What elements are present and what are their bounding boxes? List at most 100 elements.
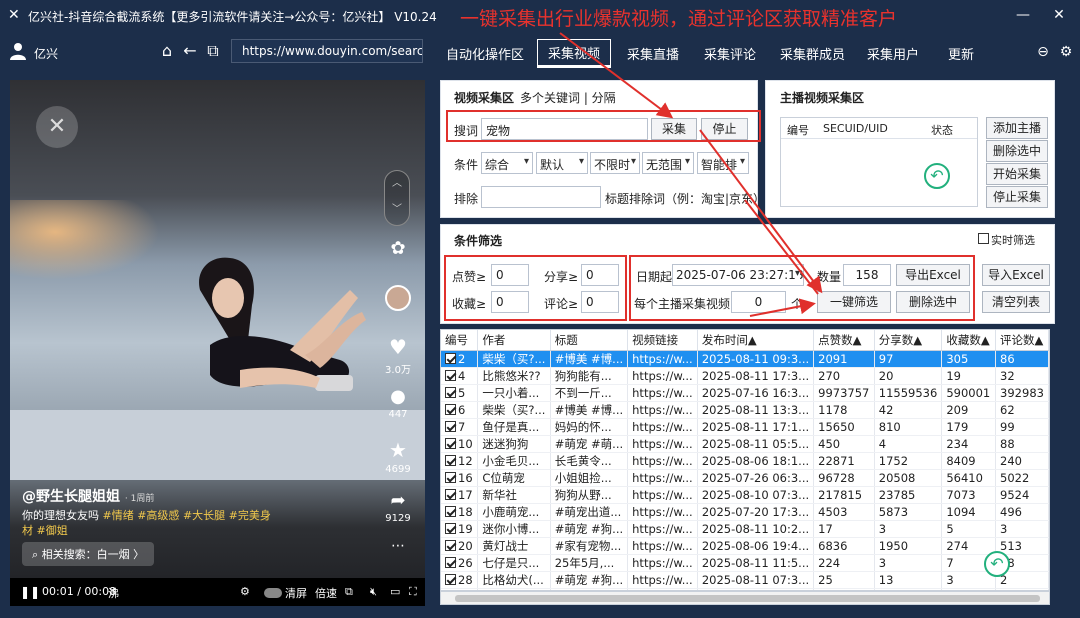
table-row[interactable]: 18 小鹿萌宠... #萌宠出道... https://w... 2025-07-20 … xyxy=(441,503,1049,521)
table-row[interactable]: 26 七仔是只... 25年5月,... https://w... 2025-08-11… xyxy=(441,554,1049,572)
scrollbar-thumb[interactable] xyxy=(455,595,1040,602)
row-checkbox[interactable] xyxy=(445,386,456,398)
tab-collect-group[interactable]: 采集群成员 xyxy=(780,44,845,63)
video-player[interactable]: ✕ ︿ ﹀ ✿ ♥ 3.0万 ● 447 ★ 4699 ➦ 9129 ⋯ @野生长腿姐姐 … xyxy=(10,80,425,606)
range-select[interactable]: 无范围 xyxy=(642,152,694,174)
hashtag[interactable]: #情绪 xyxy=(103,509,134,522)
row-checkbox[interactable] xyxy=(445,522,456,534)
likes-input[interactable]: 0 xyxy=(491,264,529,286)
sort-select[interactable]: 综合 xyxy=(481,152,533,174)
row-checkbox[interactable] xyxy=(445,471,456,483)
time-select[interactable]: 不限时 xyxy=(590,152,640,174)
import-excel-button[interactable]: 导入Excel xyxy=(982,264,1050,286)
column-header[interactable]: 编号 xyxy=(441,330,479,351)
tab-collect-comments[interactable]: 采集评论 xyxy=(704,44,756,63)
comments-input[interactable]: 0 xyxy=(581,291,619,313)
table-row[interactable]: 16 C位萌宠 小姐姐捡... https://w... 2025-07-26 06:3… xyxy=(441,469,1049,487)
pause-icon[interactable]: ❚❚ xyxy=(20,585,40,599)
one-click-filter-button[interactable]: 一键筛选 xyxy=(817,291,891,313)
row-checkbox[interactable] xyxy=(445,454,456,466)
refresh-list-icon[interactable]: ↶ xyxy=(984,551,1010,577)
row-checkbox[interactable] xyxy=(445,573,456,585)
stop-button[interactable]: 停止 xyxy=(701,118,748,140)
tab-collect-live[interactable]: 采集直播 xyxy=(627,44,679,63)
exclude-input[interactable] xyxy=(481,186,601,208)
table-row[interactable]: 4 比熊悠米?? 狗狗能有... https://w... 2025-08-11 17:… xyxy=(441,367,1049,385)
more-icon[interactable]: ⋯ xyxy=(383,538,413,554)
fullscreen-icon[interactable]: ⛶ xyxy=(409,585,417,599)
table-row[interactable]: 19 迷你小博... #萌宠 #狗... https://w... 2025-08-11… xyxy=(441,520,1049,538)
date-start-picker[interactable]: 2025-07-06 23:27:18 xyxy=(672,264,804,286)
horizontal-scrollbar[interactable] xyxy=(440,591,1050,605)
tab-collect-users[interactable]: 采集用户 xyxy=(867,44,919,63)
tab-collect-video[interactable]: 采集视频 xyxy=(537,39,612,68)
column-header[interactable]: 收藏数▲ xyxy=(941,330,997,351)
comment-icon[interactable]: ● 447 xyxy=(383,386,413,420)
copy-window-icon[interactable]: ⧉ xyxy=(203,41,223,61)
order-select[interactable]: 默认 xyxy=(536,152,588,174)
back-arrow-icon[interactable]: ← xyxy=(180,41,200,61)
per-anchor-input[interactable]: 0 xyxy=(731,291,786,313)
subtitle-icon[interactable]: 沸 xyxy=(108,585,119,601)
table-row[interactable]: 5 一只小着... 不到一斤... https://w... 2025-07-16 16… xyxy=(441,384,1049,402)
table-row[interactable]: 10 迷迷狗狗 #萌宠 #萌... https://w... 2025-08-11 05… xyxy=(441,435,1049,453)
tab-automation[interactable]: 自动化操作区 xyxy=(446,44,524,63)
clear-list-button[interactable]: 清空列表 xyxy=(982,291,1050,313)
author-avatar[interactable] xyxy=(383,285,413,314)
delete-selected-button[interactable]: 删除选中 xyxy=(896,291,970,313)
mute-icon[interactable]: 🔇︎ xyxy=(370,585,377,599)
table-row[interactable]: 20 黄灯战士 #家有宠物... https://w... 2025-08-06 19:… xyxy=(441,537,1049,555)
row-checkbox[interactable] xyxy=(445,403,456,415)
refresh-icon[interactable]: ↶ xyxy=(924,163,950,189)
pip-icon[interactable]: ⧉ xyxy=(345,585,353,599)
favorite-star-icon[interactable]: ★ 4699 xyxy=(383,438,413,475)
minus-circle-icon[interactable]: ⊖ xyxy=(1033,42,1053,62)
row-checkbox[interactable] xyxy=(445,488,456,500)
favorites-input[interactable]: 0 xyxy=(491,291,529,313)
stop-collect-button[interactable]: 停止采集 xyxy=(986,186,1048,208)
close-button[interactable]: ✕ xyxy=(1048,4,1070,26)
table-row[interactable]: 28 比格幼犬(... #萌宠 #狗... https://w... 2025-08-1… xyxy=(441,571,1049,589)
hashtag[interactable]: #御姐 xyxy=(37,524,68,537)
hashtag[interactable]: #高级感 xyxy=(137,509,179,522)
flower-icon[interactable]: ✿ xyxy=(383,238,413,259)
row-checkbox[interactable] xyxy=(445,369,456,381)
related-search-chip[interactable]: ⌕ 相关搜索：白一烟 〉 xyxy=(22,542,155,566)
delete-anchor-button[interactable]: 删除选中 xyxy=(986,140,1048,162)
url-input[interactable]: https://www.douyin.com/search/ xyxy=(231,39,423,63)
keyword-input[interactable]: 宠物 xyxy=(481,118,648,140)
column-header[interactable]: 发布时间▲ xyxy=(697,330,815,351)
count-input[interactable]: 158 xyxy=(843,264,891,286)
row-checkbox[interactable] xyxy=(445,505,456,517)
row-checkbox[interactable] xyxy=(445,352,456,364)
row-checkbox[interactable] xyxy=(445,539,456,551)
table-row[interactable]: 7 鱼仔是真... 妈妈的怀... https://w... 2025-08-11 17… xyxy=(441,418,1049,436)
results-table[interactable]: 编号 作者 标题 视频链接 发布时间▲ 点赞数▲ 分享数▲ 收藏数▲ 评论数▲ 2 柴柴（买?..… xyxy=(440,329,1050,591)
playback-rate[interactable]: 倍速 xyxy=(315,585,337,601)
table-row[interactable]: 12 小金毛贝... 长毛黄令... https://w... 2025-08-06 1… xyxy=(441,452,1049,470)
column-header[interactable]: 点赞数▲ xyxy=(813,330,875,351)
like-heart-icon[interactable]: ♥ 3.0万 xyxy=(383,335,413,376)
column-header[interactable]: 分享数▲ xyxy=(874,330,943,351)
column-header[interactable]: 评论数▲ xyxy=(995,330,1049,351)
table-row[interactable]: 17 新华社 狗狗从野... https://w... 2025-08-10 07:3.… xyxy=(441,486,1049,504)
realtime-filter-checkbox[interactable] xyxy=(978,233,989,244)
column-header[interactable]: 作者 xyxy=(477,330,551,351)
row-checkbox[interactable] xyxy=(445,556,456,568)
smart-sort-select[interactable]: 智能排 xyxy=(697,152,749,174)
theater-icon[interactable]: ▭ xyxy=(390,585,400,598)
home-icon[interactable]: ⌂ xyxy=(157,41,177,61)
table-row[interactable]: 6 柴柴（买?... #博美 #博... https://w... 2025-08-11… xyxy=(441,401,1049,419)
row-checkbox[interactable] xyxy=(445,420,456,432)
video-author[interactable]: @野生长腿姐姐 · 1周前 xyxy=(22,486,154,506)
user-icon[interactable] xyxy=(10,42,26,60)
tab-update[interactable]: 更新 xyxy=(948,44,974,63)
share-icon[interactable]: ➦ 9129 xyxy=(383,490,413,524)
shares-input[interactable]: 0 xyxy=(581,264,619,286)
row-checkbox[interactable] xyxy=(445,437,456,449)
settings-icon[interactable]: ⚙ xyxy=(1056,42,1076,62)
hashtag[interactable]: #大长腿 xyxy=(183,509,225,522)
close-video-icon[interactable]: ✕ xyxy=(36,106,78,148)
settings-gear-icon[interactable]: ⚙ xyxy=(240,585,250,598)
add-anchor-button[interactable]: 添加主播 xyxy=(986,117,1048,139)
